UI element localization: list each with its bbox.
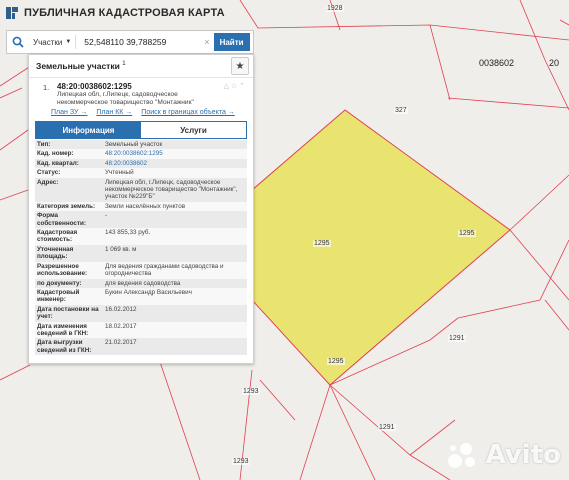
row-key: Дата изменения сведений в ГКН: — [35, 321, 103, 339]
table-row: Кад. номер: 48:20:0038602:1295 — [35, 149, 247, 159]
panel-header: Земельные участки 1 ★ — [29, 55, 253, 78]
row-key: Кадастровый инженер: — [35, 287, 103, 305]
row-key: Тип: — [35, 140, 103, 150]
item-actions-icon[interactable]: △ ☆ ⌃ — [224, 82, 245, 90]
app-title: ПУБЛИЧНАЯ КАДАСТРОВАЯ КАРТА — [24, 7, 225, 19]
row-value: 143 855,33 руб. — [103, 228, 247, 245]
table-row: Кадастровый инженер: Букин Александр Васи… — [35, 287, 247, 305]
table-row: Кад. квартал: 48:20:0038602 — [35, 158, 247, 169]
table-row: Кадастровая стоимость: 143 855,33 руб. — [35, 228, 247, 245]
row-value: Букин Александр Васильевич — [103, 287, 247, 305]
row-value: Земельный участок — [103, 140, 247, 150]
logo-icon — [6, 7, 18, 19]
table-row: Дата постановки на учет: 16.02.2012 — [35, 304, 247, 322]
table-row: Категория земель: Земли населённых пункто… — [35, 201, 247, 212]
row-value: 16.02.2012 — [103, 304, 247, 322]
table-row: Тип: Земельный участок — [35, 140, 247, 150]
map-label: 1293 — [242, 388, 260, 395]
table-row: по документу: для ведения садоводства — [35, 278, 247, 288]
info-table: Тип: Земельный участок Кад. номер: 48:20:0… — [35, 140, 247, 356]
table-row: Адрес: Липецкая обл, г.Липецк, садоводчес… — [35, 177, 247, 202]
row-key: Статус: — [35, 168, 103, 178]
find-button[interactable]: Найти — [213, 33, 250, 51]
chevron-down-icon: ▼ — [65, 39, 72, 45]
avito-logo-icon — [447, 443, 475, 468]
row-key: Дата выгрузки сведений из ГКН: — [35, 338, 103, 356]
table-row: Форма собственности: - — [35, 211, 247, 229]
row-key: Уточненная площадь: — [35, 244, 103, 262]
row-key: Форма собственности: — [35, 211, 103, 229]
favorite-star-button[interactable]: ★ — [231, 57, 249, 75]
row-value: 21.02.2017 — [103, 338, 247, 356]
row-value: для ведения садоводства — [103, 278, 247, 288]
result-count: 1 — [122, 61, 126, 68]
search-input[interactable] — [82, 36, 205, 48]
map-label: 1295 — [458, 230, 476, 237]
watermark-text: Avito — [485, 440, 561, 470]
map-label: 327 — [394, 107, 408, 114]
info-tabs: Информация Услуги — [35, 121, 247, 139]
table-row: Дата выгрузки сведений из ГКН: 21.02.2017 — [35, 338, 247, 356]
row-key: Разрешенное использование: — [35, 261, 103, 279]
map-label: 0038602 — [479, 58, 515, 68]
result-item[interactable]: 1. △ ☆ ⌃ 48:20:0038602:1295 Липецкая обл… — [29, 78, 253, 116]
star-icon: ★ — [235, 60, 245, 72]
row-key: Категория земель: — [35, 201, 103, 212]
search-type-dropdown[interactable]: Участки ▼ — [29, 35, 77, 49]
table-row: Дата изменения сведений в ГКН: 18.02.2017 — [35, 321, 247, 339]
row-value: - — [103, 211, 247, 229]
table-row: Разрешенное использование: Для ведения гр… — [35, 261, 247, 279]
cad-number-link[interactable]: 48:20:0038602:1295 — [103, 149, 247, 159]
map-label: 1291 — [448, 335, 466, 342]
table-row: Уточненная площадь: 1 069 кв. м — [35, 244, 247, 262]
plan-kk-link[interactable]: План КК → — [96, 109, 132, 116]
search-icon[interactable] — [7, 31, 29, 53]
map-label: 1295 — [327, 358, 345, 365]
row-key: Кад. квартал: — [35, 158, 103, 169]
row-value: Земли населённых пунктов — [103, 201, 247, 212]
map-label: 1295 — [313, 240, 331, 247]
row-key: Дата постановки на учет: — [35, 304, 103, 322]
row-key: по документу: — [35, 278, 103, 288]
tab-services[interactable]: Услуги — [141, 122, 246, 138]
clear-icon[interactable]: × — [204, 37, 209, 47]
map-label: 1291 — [378, 424, 396, 431]
search-type-label: Участки — [33, 37, 63, 47]
panel-title: Земельные участки 1 — [36, 61, 126, 71]
avito-watermark: Avito — [446, 440, 561, 470]
result-index: 1. — [43, 83, 50, 92]
plan-zu-link[interactable]: План ЗУ → — [51, 109, 87, 116]
row-value: 18.02.2017 — [103, 321, 247, 339]
row-key: Кадастровая стоимость: — [35, 228, 103, 245]
row-value: Учтенный — [103, 168, 247, 178]
result-address: Липецкая обл, г.Липецк, садоводческое не… — [57, 91, 194, 106]
row-key: Адрес: — [35, 177, 103, 202]
row-value: Для ведения гражданами садоводства и ого… — [103, 261, 247, 279]
row-value: 1 069 кв. м — [103, 244, 247, 262]
search-in-bounds-link[interactable]: Поиск в границах объекта → — [141, 109, 235, 116]
row-value: Липецкая обл, г.Липецк, садоводческое не… — [103, 177, 247, 202]
map-label: 20 — [549, 58, 560, 68]
app-header: ПУБЛИЧНАЯ КАДАСТРОВАЯ КАРТА — [0, 0, 569, 26]
table-row: Статус: Учтенный — [35, 168, 247, 178]
results-panel: Земельные участки 1 ★ 1. △ ☆ ⌃ 48:20:003… — [28, 54, 254, 364]
cadastral-number: 48:20:0038602:1295 — [57, 82, 132, 91]
cad-quarter-link[interactable]: 48:20:0038602 — [103, 158, 247, 169]
tab-information[interactable]: Информация — [36, 122, 141, 138]
map-label: 1293 — [232, 458, 250, 465]
row-key: Кад. номер: — [35, 149, 103, 159]
search-bar: Участки ▼ × Найти — [6, 30, 254, 54]
